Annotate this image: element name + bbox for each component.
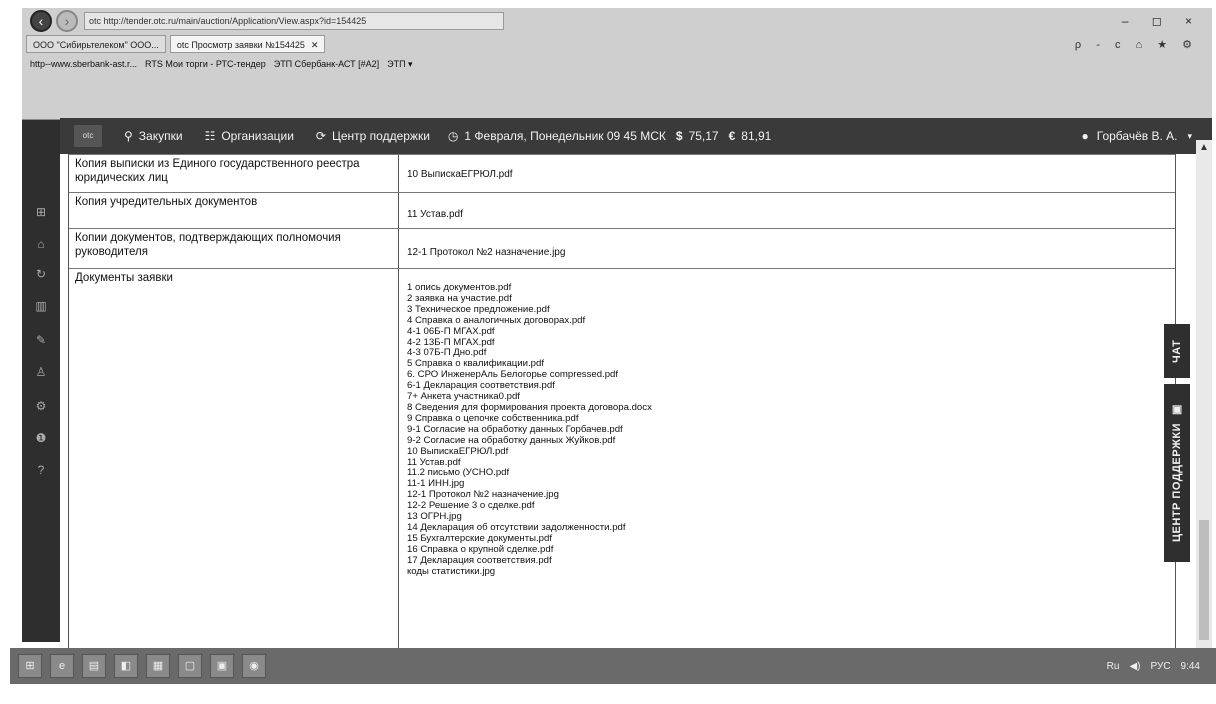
chevron-down-icon: ▾ [1187, 130, 1192, 141]
favorites-bar: http--www.sberbank-ast.r... RTS Мои торг… [22, 54, 1212, 74]
chat-tab[interactable]: ЧАТ [1164, 324, 1190, 378]
forward-arrow-icon[interactable]: › [56, 10, 78, 32]
url-input[interactable]: otc http://tender.otc.ru/main/auction/Ap… [84, 12, 504, 30]
app-icon[interactable]: ◧ [114, 654, 138, 678]
user-menu[interactable]: ● Горбачёв В. А. ▾ [1082, 129, 1192, 143]
clock: 9:44 [1180, 660, 1200, 672]
document-icon[interactable]: ▢ [178, 654, 202, 678]
site-logo[interactable]: otc [74, 125, 102, 147]
user-name: Горбачёв В. А. [1096, 129, 1178, 143]
settings-icon[interactable]: ⚙ [30, 396, 52, 416]
nav-link-label: Центр поддержки [331, 129, 430, 143]
date-and-rates: ◷ 1 Февраля, Понедельник 09 45 МСК $ 75,… [448, 129, 771, 143]
browser-icon[interactable]: e [50, 654, 74, 678]
eur-symbol: € [728, 129, 736, 143]
date-text: 1 Февраля, Понедельник 09 45 МСК [464, 129, 666, 143]
document-link[interactable]: 11 Устав.pdf [399, 193, 1175, 228]
document-link[interactable]: 10 ВыпискаЕГРЮЛ.pdf [407, 446, 1167, 458]
chat-bubble-icon: ▣ [1171, 403, 1184, 418]
chat-tab-label: ЧАТ [1171, 339, 1183, 363]
document-link[interactable]: 10 ВыпискаЕГРЮЛ.pdf [399, 155, 1175, 192]
nav-link-support[interactable]: ⟳ Центр поддержки [316, 129, 430, 143]
chevron-up-icon[interactable]: ▲ [1196, 140, 1212, 156]
document-link[interactable]: 4 Справка о аналогичных договорах.pdf [407, 315, 1167, 327]
browser-tab[interactable]: ООО "Сибирьтелеком" ООО... [26, 35, 166, 53]
document-link[interactable]: 4-2 13Б-П МГАХ.pdf [407, 337, 1167, 349]
document-link[interactable]: 12-2 Решение 3 о сделке.pdf [407, 500, 1167, 512]
document-link[interactable]: 12-1 Протокол №2 назначение.jpg [399, 229, 1175, 268]
usd-rate: 75,17 [688, 129, 719, 143]
document-link[interactable]: 9-2 Согласие на обработку данных Жуйков.… [407, 435, 1167, 447]
page-scrollbar[interactable]: ▲ ▼ [1196, 140, 1212, 660]
language-indicator[interactable]: Ru [1107, 661, 1120, 672]
document-link[interactable]: 1 опись документов.pdf [407, 282, 1167, 294]
system-tray: Ru ◀) РУС 9:44 [1097, 661, 1200, 672]
favorite-link[interactable]: ЭТП ▾ [387, 59, 412, 70]
cart-icon[interactable]: ⊞ [30, 202, 52, 222]
search-icon: ⚲ [124, 129, 133, 143]
volume-icon[interactable]: ◀) [1129, 661, 1140, 672]
browser-tab-label: ООО "Сибирьтелеком" ООО... [33, 40, 159, 50]
info-icon[interactable]: ❶ [30, 428, 52, 448]
nav-link-organizations[interactable]: ☷ Организации [205, 129, 294, 143]
left-sidebar: ⊞ ⌂ ↻ ▥ ✎ ♙ ⚙ ❶ ? [22, 120, 60, 642]
main-content: Копия выписки из Единого государственног… [60, 154, 1176, 654]
app-icon[interactable]: ▦ [146, 654, 170, 678]
document-link[interactable]: 6-1 Декларация соответствия.pdf [407, 380, 1167, 392]
user-icon: ● [1081, 129, 1089, 143]
browser-chrome: ‹ › otc http://tender.otc.ru/main/auctio… [22, 8, 1212, 120]
row-label: Копия учредительных документов [69, 193, 399, 228]
table-row: Копия выписки из Единого государственног… [69, 154, 1175, 192]
bank-icon[interactable]: ⌂ [30, 234, 52, 254]
help-icon[interactable]: ? [30, 460, 52, 480]
browser-tab-row: ООО "Сибирьтелеком" ООО... otc Просмотр … [22, 34, 1212, 54]
favorite-link[interactable]: ЭТП Сбербанк-АСТ [#A2] [274, 59, 379, 69]
browser-tab-active[interactable]: otc Просмотр заявки №154425 ✕ [169, 35, 326, 53]
row-label: Копии документов, подтверждающих полномо… [69, 229, 399, 268]
app-icon[interactable]: ▣ [210, 654, 234, 678]
support-center-tab[interactable]: ЦЕНТР ПОДДЕРЖКИ ▣ [1164, 384, 1190, 562]
nav-link-label: Закупки [138, 129, 183, 143]
folder-icon[interactable]: ▤ [82, 654, 106, 678]
row-label: Копия выписки из Единого государственног… [69, 155, 399, 192]
usd-symbol: $ [675, 129, 683, 143]
chart-icon[interactable]: ▥ [30, 296, 52, 316]
address-row: ‹ › otc http://tender.otc.ru/main/auctio… [22, 8, 1212, 34]
table-row: Документы заявки 1 опись документов.pdf 2… [69, 268, 1175, 652]
application-documents-table: Копия выписки из Единого государственног… [68, 154, 1176, 653]
document-link[interactable]: коды статистики.jpg [407, 566, 1167, 578]
favorite-link[interactable]: RTS Мои торги - РТС-тендер [145, 59, 266, 69]
support-tab-label: ЦЕНТР ПОДДЕРЖКИ [1171, 423, 1183, 543]
document-link[interactable]: 11.2 письмо (УСНО.pdf [407, 468, 1167, 479]
close-icon[interactable]: ✕ [311, 40, 319, 50]
refresh-icon[interactable]: ↻ [30, 264, 52, 284]
scroll-thumb[interactable] [1199, 520, 1209, 640]
nav-link-purchases[interactable]: ⚲ Закупки [124, 129, 183, 143]
start-icon[interactable]: ⊞ [18, 654, 42, 678]
back-arrow-icon[interactable]: ‹ [30, 10, 52, 32]
clock-icon: ◷ [447, 129, 459, 143]
people-icon: ☷ [204, 129, 216, 143]
eur-rate: 81,91 [741, 129, 772, 143]
table-row: Копия учредительных документов 11 Устав.… [69, 192, 1175, 228]
table-row: Копии документов, подтверждающих полномо… [69, 228, 1175, 268]
document-link[interactable]: 17 Декларация соответствия.pdf [407, 555, 1167, 567]
browser-tools[interactable]: ρ - c ⌂ ★ ⚙ [1075, 38, 1198, 51]
os-taskbar: ⊞ e ▤ ◧ ▦ ▢ ▣ ◉ Ru ◀) РУС 9:44 [10, 648, 1216, 684]
pen-icon[interactable]: ✎ [30, 330, 52, 350]
document-link[interactable]: 11 Устав.pdf [407, 457, 1167, 469]
app-icon[interactable]: ◉ [242, 654, 266, 678]
browser-tab-label: otc Просмотр заявки №154425 [176, 40, 305, 50]
documents-cell: 1 опись документов.pdf 2 заявка на участи… [399, 269, 1175, 652]
nav-link-label: Организации [221, 129, 294, 143]
user-icon[interactable]: ♙ [30, 362, 52, 382]
row-label: Документы заявки [69, 269, 399, 652]
document-link[interactable]: 4-1 06Б-П МГАХ.pdf [407, 326, 1167, 338]
documents-list: 1 опись документов.pdf 2 заявка на участи… [407, 282, 1167, 578]
window-controls[interactable]: – ◻ × [1122, 14, 1202, 28]
keyboard-layout[interactable]: РУС [1151, 661, 1171, 672]
favorite-link[interactable]: http--www.sberbank-ast.r... [30, 59, 137, 69]
site-top-nav: otc ⚲ Закупки ☷ Организации ⟳ Центр подд… [60, 118, 1212, 154]
support-icon: ⟳ [315, 129, 326, 143]
